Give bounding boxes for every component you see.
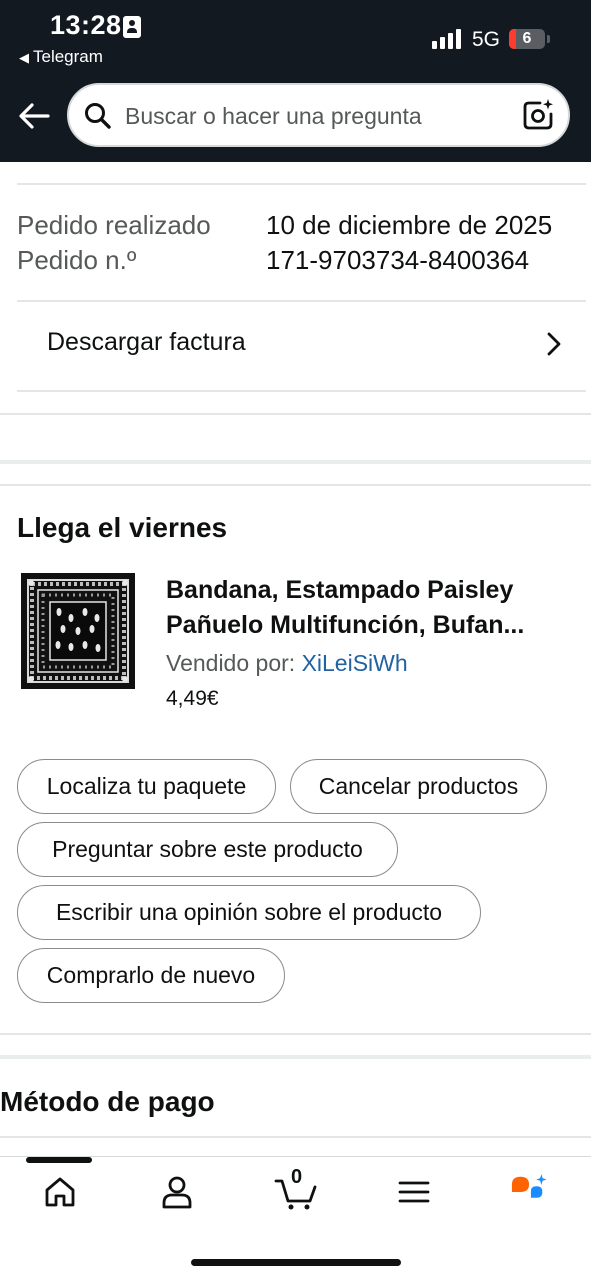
buy-again-button[interactable]: Comprarlo de nuevo bbox=[17, 948, 285, 1003]
order-number-value: 171-9703734-8400364 bbox=[266, 245, 530, 275]
active-tab-indicator bbox=[26, 1157, 92, 1163]
payment-method-title: Método de pago bbox=[0, 1086, 215, 1117]
section-divider bbox=[0, 413, 591, 415]
cancel-items-button[interactable]: Cancelar productos bbox=[290, 759, 547, 814]
delivery-title: Llega el viernes bbox=[17, 512, 228, 543]
seller-name-link[interactable]: XiLeiSiWh bbox=[302, 650, 408, 676]
search-bar[interactable]: Buscar o hacer una pregunta bbox=[67, 83, 570, 147]
section-divider bbox=[0, 1033, 591, 1035]
menu-icon[interactable] bbox=[395, 1173, 433, 1211]
home-indicator bbox=[191, 1259, 401, 1266]
network-label: 5G bbox=[472, 28, 501, 51]
ask-product-question-button[interactable]: Preguntar sobre este producto bbox=[17, 822, 398, 877]
divider bbox=[17, 183, 586, 185]
seller-info: Vendido por: XiLeiSiWh bbox=[166, 650, 408, 677]
account-icon[interactable] bbox=[158, 1173, 196, 1211]
order-date-value: 10 de diciembre de 2025 bbox=[266, 210, 553, 240]
search-input[interactable]: Buscar o hacer una pregunta bbox=[125, 103, 422, 130]
order-date-label: Pedido realizado bbox=[17, 210, 211, 240]
section-divider bbox=[0, 484, 591, 486]
section-gap bbox=[0, 460, 591, 464]
search-icon bbox=[85, 103, 111, 129]
track-package-button[interactable]: Localiza tu paquete bbox=[17, 759, 276, 814]
seller-label: Vendido por: bbox=[166, 650, 296, 676]
home-icon[interactable] bbox=[41, 1173, 79, 1211]
product-image[interactable] bbox=[21, 573, 135, 689]
chevron-right-icon bbox=[547, 332, 561, 356]
section-gap bbox=[0, 1055, 591, 1059]
back-arrow-icon[interactable] bbox=[16, 98, 52, 134]
signal-icon bbox=[432, 29, 464, 49]
back-app-label: Telegram bbox=[33, 47, 103, 66]
write-review-button[interactable]: Escribir una opinión sobre el producto bbox=[17, 885, 481, 940]
divider bbox=[0, 1136, 591, 1138]
divider bbox=[17, 390, 586, 392]
cart-count-badge: 0 bbox=[291, 1166, 303, 1188]
battery-icon: 6 bbox=[509, 29, 545, 49]
back-to-app-link[interactable]: ◀ Telegram bbox=[19, 47, 103, 67]
product-price: 4,49€ bbox=[166, 687, 219, 710]
battery-level: 6 bbox=[522, 30, 532, 47]
rufus-assistant-icon[interactable] bbox=[509, 1173, 551, 1211]
download-invoice-row[interactable]: Descargar factura bbox=[17, 302, 586, 390]
battery-cap bbox=[547, 35, 550, 43]
product-title-link[interactable]: Bandana, Estampado Paisley Pañuelo Multi… bbox=[166, 573, 576, 643]
product-title-line1: Bandana, Estampado Paisley bbox=[166, 576, 514, 604]
download-invoice-label: Descargar factura bbox=[47, 328, 246, 356]
status-time: 13:28 bbox=[50, 10, 122, 40]
contact-card-icon bbox=[123, 16, 141, 38]
order-number-label: Pedido n.º bbox=[17, 245, 137, 275]
camera-search-icon[interactable] bbox=[520, 97, 556, 133]
product-title-line2: Pañuelo Multifunción, Bufan... bbox=[166, 611, 525, 639]
